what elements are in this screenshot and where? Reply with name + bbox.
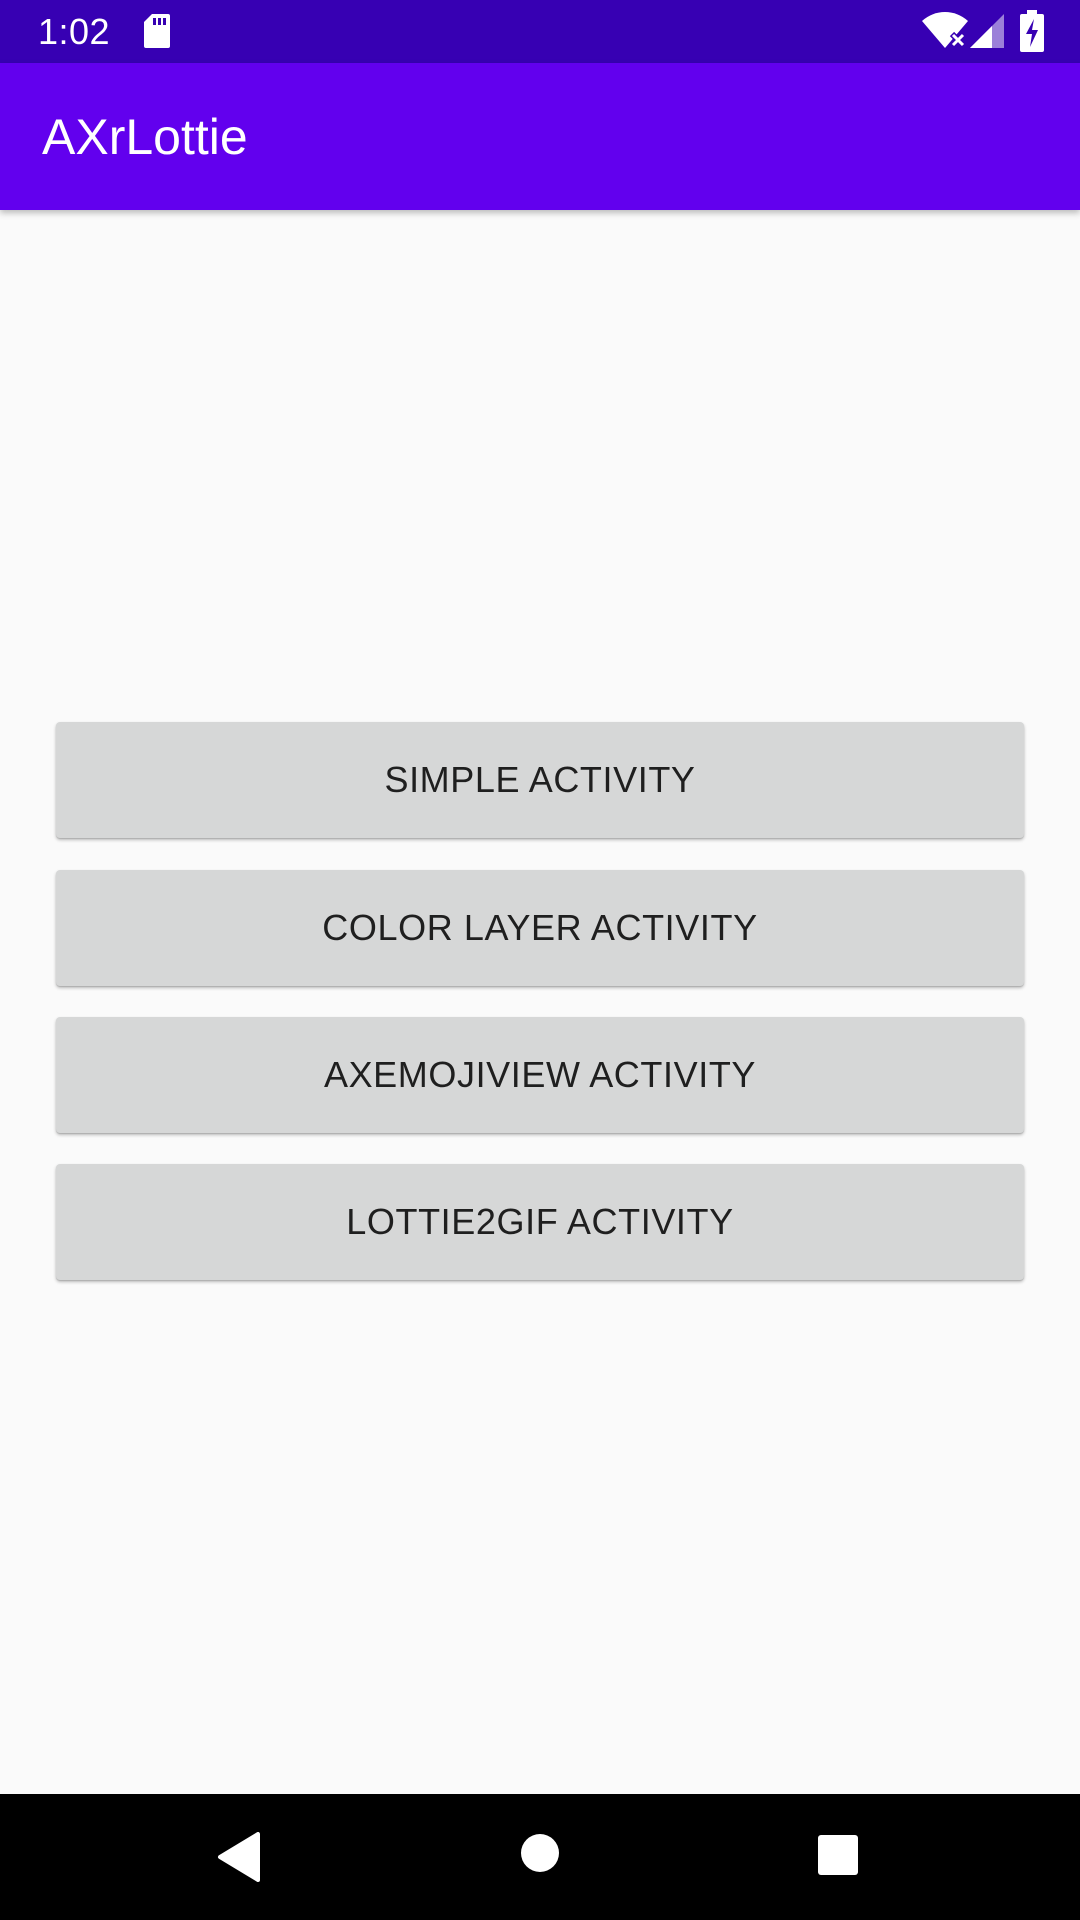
wifi-icon <box>922 12 968 49</box>
status-bar: 1:02 <box>0 0 1080 63</box>
lottie2gif-activity-button[interactable]: LOTTIE2GIF ACTIVITY <box>56 1164 1024 1280</box>
app-title: AXrLottie <box>42 109 248 165</box>
navigation-bar <box>0 1794 1080 1920</box>
color-layer-activity-button[interactable]: COLOR LAYER ACTIVITY <box>56 870 1024 986</box>
status-time: 1:02 <box>38 11 111 52</box>
sd-card-icon <box>144 14 170 48</box>
simple-activity-button[interactable]: SIMPLE ACTIVITY <box>56 722 1024 838</box>
back-icon[interactable] <box>214 1832 264 1882</box>
signal-icon <box>970 14 1004 48</box>
main-content: SIMPLE ACTIVITY COLOR LAYER ACTIVITY AXE… <box>0 210 1080 1794</box>
recents-icon[interactable] <box>818 1835 858 1875</box>
battery-charging-icon <box>1020 10 1044 52</box>
app-bar: AXrLottie <box>0 63 1080 210</box>
home-icon[interactable] <box>520 1833 560 1873</box>
axemojiview-activity-button[interactable]: AXEMOJIVIEW ACTIVITY <box>56 1017 1024 1133</box>
